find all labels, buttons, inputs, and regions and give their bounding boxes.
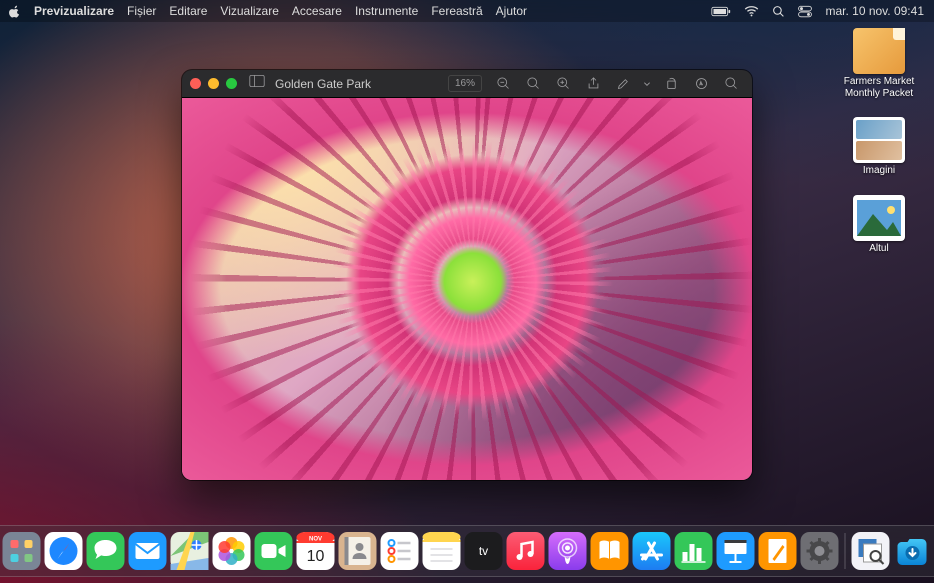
dock-pages[interactable]	[759, 532, 797, 570]
zoom-out-icon[interactable]	[490, 73, 516, 95]
menu-tools[interactable]: Instrumente	[355, 4, 418, 18]
apple-menu-icon[interactable]	[8, 5, 21, 18]
desktop-icon-farmers-packet[interactable]: Farmers Market Monthly Packet	[838, 28, 920, 99]
rotate-icon[interactable]	[658, 73, 684, 95]
menu-app-name[interactable]: Previzualizare	[34, 4, 114, 18]
dock-messages[interactable]	[87, 532, 125, 570]
menubar-clock[interactable]: mar. 10 nov. 09:41	[825, 4, 924, 18]
image-thumb-icon	[853, 195, 905, 241]
dock-contacts[interactable]	[339, 532, 377, 570]
dock-reminders[interactable]	[381, 532, 419, 570]
spotlight-icon[interactable]	[772, 5, 785, 18]
desktop-icon-label: Farmers Market Monthly Packet	[838, 76, 920, 99]
highlight-icon[interactable]	[610, 73, 636, 95]
preview-window: Golden Gate Park 16%	[182, 70, 752, 480]
battery-icon[interactable]	[711, 6, 731, 17]
dock-numbers[interactable]	[675, 532, 713, 570]
dock-calendar[interactable]: NOV 10	[297, 532, 335, 570]
desktop: Previzualizare Fișier Editare Vizualizar…	[0, 0, 934, 583]
preview-image-viewport[interactable]	[182, 98, 752, 480]
dock-notes[interactable]	[423, 532, 461, 570]
window-minimize-button[interactable]	[208, 78, 219, 89]
dock-safari[interactable]	[45, 532, 83, 570]
desktop-icon-label: Altul	[869, 243, 888, 255]
dock-facetime[interactable]	[255, 532, 293, 570]
menubar: Previzualizare Fișier Editare Vizualizar…	[0, 0, 934, 22]
dock-podcasts[interactable]	[549, 532, 587, 570]
document-icon	[853, 28, 905, 74]
menu-window[interactable]: Fereastră	[431, 4, 482, 18]
zoom-in-icon[interactable]	[550, 73, 576, 95]
desktop-icon-imagini[interactable]: Imagini	[838, 117, 920, 177]
menu-edit[interactable]: Editare	[169, 4, 207, 18]
highlight-menu-chevron-icon[interactable]	[640, 73, 654, 95]
window-traffic-lights	[190, 78, 237, 89]
menu-file[interactable]: Fișier	[127, 4, 156, 18]
desktop-icon-altul[interactable]: Altul	[838, 195, 920, 255]
flower-image	[182, 98, 752, 480]
dock-music[interactable]	[507, 532, 545, 570]
control-center-icon[interactable]	[798, 5, 812, 18]
dock-books[interactable]	[591, 532, 629, 570]
dock: NOV 10 tv	[0, 525, 934, 577]
menu-view[interactable]: Vizualizare	[220, 4, 278, 18]
svg-text:10: 10	[307, 548, 325, 565]
menu-go[interactable]: Accesare	[292, 4, 342, 18]
dock-separator	[845, 533, 846, 569]
share-icon[interactable]	[580, 73, 606, 95]
dock-appstore[interactable]	[633, 532, 671, 570]
menu-help[interactable]: Ajutor	[496, 4, 527, 18]
window-zoom-button[interactable]	[226, 78, 237, 89]
dock-maps[interactable]	[171, 532, 209, 570]
sidebar-toggle-icon[interactable]	[249, 74, 265, 93]
photo-stack-icon	[853, 117, 905, 163]
dock-mail[interactable]	[129, 532, 167, 570]
desktop-icons-area: Farmers Market Monthly Packet Imagini Al…	[838, 28, 920, 254]
preview-document-title: Golden Gate Park	[275, 77, 371, 91]
window-close-button[interactable]	[190, 78, 201, 89]
zoom-actual-icon[interactable]	[520, 73, 546, 95]
zoom-percentage[interactable]: 16%	[448, 75, 482, 92]
wifi-icon[interactable]	[744, 5, 759, 17]
search-icon[interactable]	[718, 73, 744, 95]
dock-settings[interactable]	[801, 532, 839, 570]
dock-tv[interactable]: tv	[465, 532, 503, 570]
dock-keynote[interactable]	[717, 532, 755, 570]
dock-photos[interactable]	[213, 532, 251, 570]
desktop-icon-label: Imagini	[863, 165, 895, 177]
dock-downloads[interactable]	[894, 532, 932, 570]
preview-toolbar: Golden Gate Park 16%	[182, 70, 752, 98]
dock-preview-app[interactable]	[852, 532, 890, 570]
dock-launchpad[interactable]	[3, 532, 41, 570]
markup-icon[interactable]	[688, 73, 714, 95]
svg-text:NOV: NOV	[309, 537, 322, 543]
svg-text:tv: tv	[479, 544, 488, 558]
